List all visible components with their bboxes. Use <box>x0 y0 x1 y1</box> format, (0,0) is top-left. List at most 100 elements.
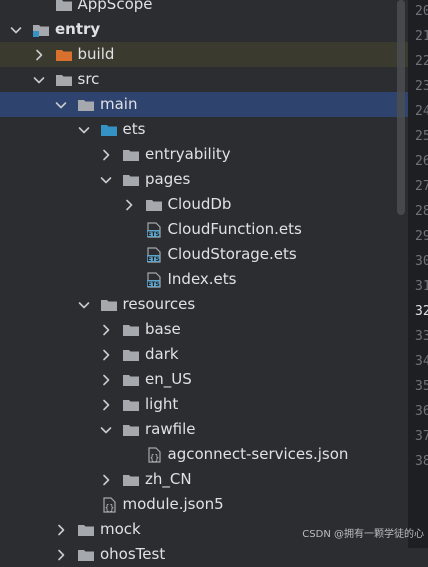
svg-text:ETS: ETS <box>147 256 160 263</box>
tree-row-label: entry <box>55 20 101 38</box>
svg-text:ETS: ETS <box>147 281 160 288</box>
tree-row-en-us[interactable]: en_US <box>0 367 408 392</box>
line-number: 34 <box>415 354 428 369</box>
chevron-right-icon[interactable] <box>98 147 114 163</box>
tree-scrollbar[interactable] <box>397 0 405 215</box>
line-number: 38 <box>415 454 428 469</box>
chevron-placeholder <box>76 497 92 513</box>
tree-row-rawfile[interactable]: rawfile <box>0 417 408 442</box>
chevron-right-icon[interactable] <box>53 547 69 563</box>
tree-row-index-ets[interactable]: ETS Index.ets <box>0 267 408 292</box>
tree-row-pages[interactable]: pages <box>0 167 408 192</box>
tree-row-main[interactable]: main <box>0 92 408 117</box>
tree-row-light[interactable]: light <box>0 392 408 417</box>
tree-row-agconnect-services-json[interactable]: {} agconnect-services.json <box>0 442 408 467</box>
tree-row-label: src <box>77 70 100 88</box>
tree-row-label: CloudFunction.ets <box>167 220 302 238</box>
folder-gray-icon <box>145 197 163 213</box>
tree-row-label: CloudDb <box>167 195 232 213</box>
tree-row-label: agconnect-services.json <box>167 445 349 463</box>
editor-gutter: 20 21 22 23 24 25 26 27 28 29 30 31 32 33 34 35 36 37 38 <box>408 0 428 548</box>
ets-file-icon: ETS <box>145 221 163 238</box>
folder-gray-icon <box>122 397 140 413</box>
tree-row-label: resources <box>122 295 196 313</box>
chevron-down-icon[interactable] <box>76 297 92 313</box>
folder-gray-icon <box>122 472 140 488</box>
tree-row-label: module.json5 <box>122 495 224 513</box>
ets-file-icon: ETS <box>145 271 163 288</box>
chevron-right-icon[interactable] <box>31 47 47 63</box>
tree-row-cloudstorage-ets[interactable]: ETS CloudStorage.ets <box>0 242 408 267</box>
folder-orange-icon <box>55 47 73 63</box>
tree-row-label: dark <box>145 345 179 363</box>
tree-row-label: ohosTest <box>100 545 166 563</box>
tree-row-build[interactable]: build <box>0 42 408 67</box>
chevron-right-icon[interactable] <box>98 372 114 388</box>
chevron-placeholder <box>121 247 137 263</box>
chevron-right-icon[interactable] <box>53 522 69 538</box>
tree-row-label: en_US <box>145 370 192 388</box>
module-folder-icon <box>32 22 50 38</box>
svg-text:ETS: ETS <box>147 231 160 238</box>
line-number: 33 <box>415 329 428 344</box>
chevron-down-icon[interactable] <box>53 97 69 113</box>
line-number: 28 <box>415 204 428 219</box>
tree-row-entry[interactable]: entry <box>0 17 408 42</box>
line-number: 30 <box>415 254 428 269</box>
chevron-down-icon[interactable] <box>98 422 114 438</box>
svg-text:{}: {} <box>104 503 114 512</box>
tree-row-src[interactable]: src <box>0 67 408 92</box>
chevron-right-icon[interactable] <box>98 397 114 413</box>
line-number: 23 <box>415 79 428 94</box>
tree-row-label: Index.ets <box>167 270 237 288</box>
line-number: 20 <box>415 4 428 19</box>
chevron-down-icon[interactable] <box>76 122 92 138</box>
line-number: 32 <box>415 304 428 319</box>
tree-row-label: ets <box>122 120 146 138</box>
chevron-right-icon[interactable] <box>121 197 137 213</box>
chevron-down-icon[interactable] <box>8 22 24 38</box>
tree-row-dark[interactable]: dark <box>0 342 408 367</box>
ets-file-icon: ETS <box>145 246 163 263</box>
line-number: 21 <box>415 29 428 44</box>
tree-row-cloudfunction-ets[interactable]: ETS CloudFunction.ets <box>0 217 408 242</box>
folder-gray-icon <box>100 297 118 313</box>
tree-row-label: base <box>145 320 181 338</box>
tree-row-label: light <box>145 395 179 413</box>
chevron-down-icon[interactable] <box>31 72 47 88</box>
json-file-icon: {} <box>100 496 118 513</box>
line-number: 37 <box>415 429 428 444</box>
line-number: 36 <box>415 404 428 419</box>
line-number: 25 <box>415 129 428 144</box>
line-number: 31 <box>415 279 428 294</box>
line-number: 22 <box>415 54 428 69</box>
chevron-placeholder <box>121 447 137 463</box>
tree-row-label: CloudStorage.ets <box>167 245 297 263</box>
line-number: 29 <box>415 229 428 244</box>
tree-row-clouddb[interactable]: CloudDb <box>0 192 408 217</box>
tree-row-label: zh_CN <box>145 470 192 488</box>
tree-row-zh-cn[interactable]: zh_CN <box>0 467 408 492</box>
chevron-placeholder <box>31 0 47 13</box>
tree-row-entryability[interactable]: entryability <box>0 142 408 167</box>
line-number: 27 <box>415 179 428 194</box>
tree-row-module-json5[interactable]: {} module.json5 <box>0 492 408 517</box>
folder-gray-icon <box>55 0 73 13</box>
line-number: 24 <box>415 104 428 119</box>
folder-gray-icon <box>122 372 140 388</box>
chevron-right-icon[interactable] <box>98 347 114 363</box>
chevron-down-icon[interactable] <box>98 172 114 188</box>
tree-row-resources[interactable]: resources <box>0 292 408 317</box>
folder-gray-icon <box>122 147 140 163</box>
chevron-right-icon[interactable] <box>98 322 114 338</box>
tree-row-ohostest[interactable]: ohosTest <box>0 542 408 567</box>
folder-gray-icon <box>77 522 95 538</box>
tree-row-ets[interactable]: ets <box>0 117 408 142</box>
folder-gray-icon <box>122 172 140 188</box>
tree-row-label: entryability <box>145 145 231 163</box>
tree-row-base[interactable]: base <box>0 317 408 342</box>
chevron-right-icon[interactable] <box>98 472 114 488</box>
chevron-placeholder <box>121 272 137 288</box>
tree-row-appscope[interactable]: AppScope <box>0 0 408 17</box>
json-file-icon: {} <box>145 446 163 463</box>
